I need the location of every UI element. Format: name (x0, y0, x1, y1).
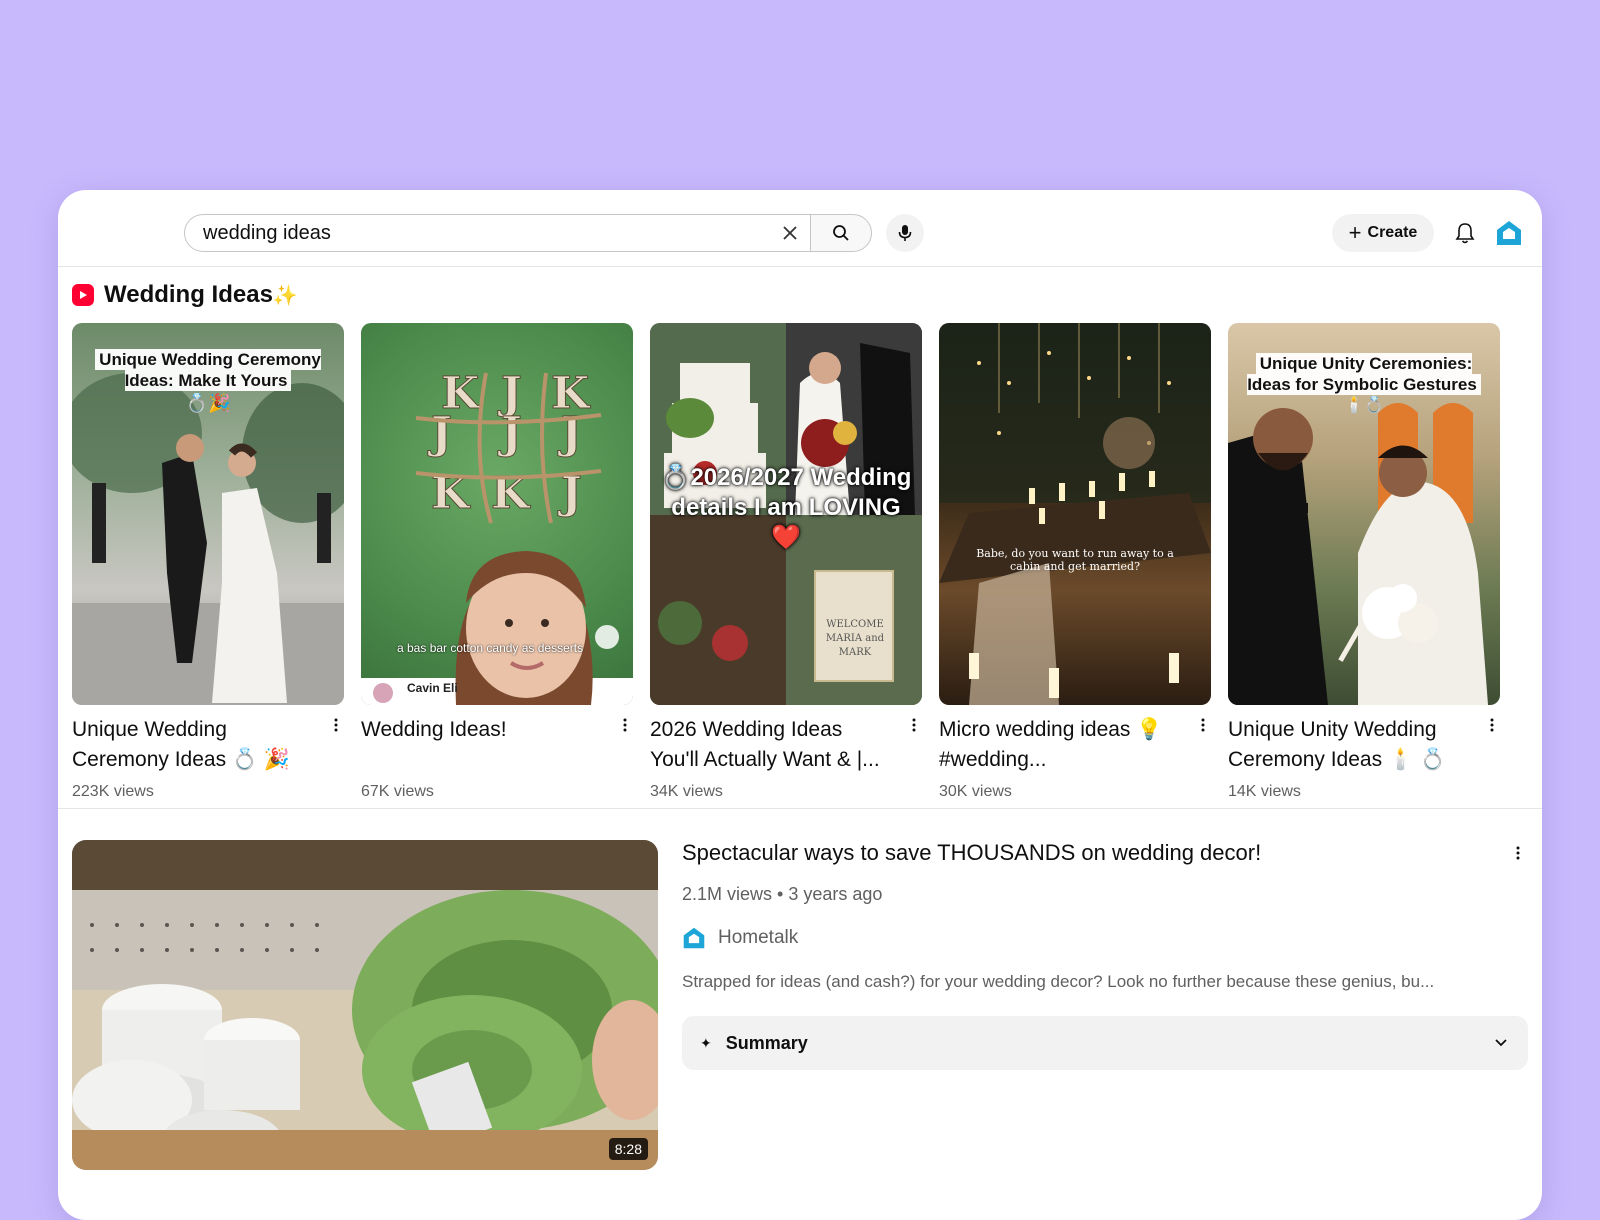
meta-separator: • (777, 884, 784, 904)
creator-name: Cavin Eli (407, 681, 458, 695)
section-divider (58, 808, 1542, 809)
more-vert-button[interactable] (1510, 842, 1526, 864)
browser-window: wedding ideas + Create Wedding Ideas✨ Un… (58, 190, 1542, 1220)
more-vert-button[interactable] (1195, 715, 1211, 735)
more-vert-button[interactable] (328, 715, 344, 735)
sparkle-icon: ✨ (272, 285, 298, 307)
thumbnail-art (939, 323, 1211, 705)
thumbnail-caption: Unique Wedding Ceremony Ideas: Make It Y… (82, 349, 334, 391)
caption-emoji: 🕯️💍 (1344, 397, 1384, 414)
video-thumbnail[interactable]: 8:28 (72, 840, 658, 1170)
svg-text:J: J (557, 408, 582, 459)
summary-expander[interactable]: ✦ Summary (682, 1016, 1528, 1070)
short-thumbnail[interactable]: KJK JJJ KKJ a bas bar cotton candy as de… (361, 323, 633, 705)
thumbnail-subtitle: a bas bar cotton candy as desserts (397, 641, 584, 655)
voice-search-button[interactable] (886, 214, 924, 252)
video-metadata: 2.1M views • 3 years ago (682, 884, 882, 905)
short-title[interactable]: Unique Wedding Ceremony Ideas 💍 🎉 ... (72, 715, 312, 775)
short-title[interactable]: Wedding Ideas! (361, 715, 601, 745)
more-vert-icon (912, 718, 916, 732)
more-vert-icon (1516, 846, 1520, 860)
hometalk-icon (683, 927, 705, 949)
short-title[interactable]: Unique Unity Wedding Ceremony Ideas 🕯️ 💍… (1228, 715, 1468, 775)
plus-icon: + (1348, 220, 1362, 245)
top-bar: wedding ideas + Create (58, 190, 1542, 267)
short-views: 34K views (650, 783, 723, 800)
thumbnail-caption: Babe, do you want to run away to a cabin… (976, 547, 1174, 573)
more-vert-icon (334, 718, 338, 732)
caption-emoji: 💍🎉 (185, 393, 231, 413)
video-age: 3 years ago (788, 884, 883, 904)
short-title[interactable]: 2026 Wedding Ideas You'll Actually Want … (650, 715, 890, 775)
video-views: 2.1M views (682, 884, 773, 904)
hometalk-icon (1497, 221, 1521, 245)
search-icon (833, 225, 849, 241)
svg-text:J: J (427, 408, 452, 459)
create-label: Create (1367, 224, 1418, 241)
more-vert-button[interactable] (1484, 715, 1500, 735)
video-title[interactable]: Spectacular ways to save THOUSANDS on we… (682, 840, 1261, 866)
short-views: 223K views (72, 783, 154, 800)
channel-name[interactable]: Hometalk (718, 927, 798, 949)
thumbnail-caption: Unique Unity Ceremonies: Ideas for Symbo… (1238, 353, 1490, 395)
clear-icon (783, 226, 797, 240)
clear-search-button[interactable] (770, 215, 810, 251)
svg-text:J: J (497, 408, 522, 459)
shorts-icon (72, 284, 94, 306)
more-vert-icon (623, 718, 627, 732)
video-duration: 8:28 (608, 1138, 648, 1160)
bell-icon (1455, 223, 1475, 244)
search-input[interactable]: wedding ideas (184, 214, 810, 252)
short-thumbnail[interactable]: Babe, do you want to run away to a cabin… (939, 323, 1211, 705)
summary-label: Summary (725, 1032, 808, 1053)
sign-text: WELCOME MARIA and MARK (825, 619, 885, 658)
short-thumbnail[interactable]: Unique Wedding Ceremony Ideas: Make It Y… (72, 323, 344, 705)
more-vert-icon (1201, 718, 1205, 732)
create-button[interactable]: + Create (1332, 214, 1434, 252)
short-thumbnail[interactable]: Unique Unity Ceremonies: Ideas for Symbo… (1228, 323, 1500, 705)
channel-row[interactable]: Hometalk (682, 926, 798, 950)
more-vert-button[interactable] (617, 715, 633, 735)
shelf-title: Wedding Ideas✨ (104, 281, 298, 308)
account-avatar[interactable] (1492, 216, 1526, 250)
thumbnail-art (72, 840, 658, 1170)
more-vert-button[interactable] (906, 715, 922, 735)
short-thumbnail[interactable]: 💍2026/2027 Wedding details I am LOVING ❤… (650, 323, 922, 705)
search-button[interactable] (810, 214, 872, 252)
more-vert-icon (1490, 718, 1494, 732)
sparkle-icon: ✦ (700, 1034, 712, 1051)
search-query-text[interactable]: wedding ideas (203, 222, 770, 245)
video-description: Strapped for ideas (and cash?) for your … (682, 972, 1435, 991)
chevron-down-icon (1494, 1034, 1512, 1052)
mic-icon (898, 225, 912, 241)
notifications-button[interactable] (1448, 216, 1482, 250)
short-views: 14K views (1228, 783, 1301, 800)
short-views: 67K views (361, 783, 434, 800)
short-title[interactable]: Micro wedding ideas 💡 #wedding... (939, 715, 1179, 775)
thumbnail-caption: 💍2026/2027 Wedding details I am LOVING ❤… (660, 464, 912, 551)
shorts-shelf-header: Wedding Ideas✨ (72, 280, 298, 310)
short-views: 30K views (939, 783, 1012, 800)
